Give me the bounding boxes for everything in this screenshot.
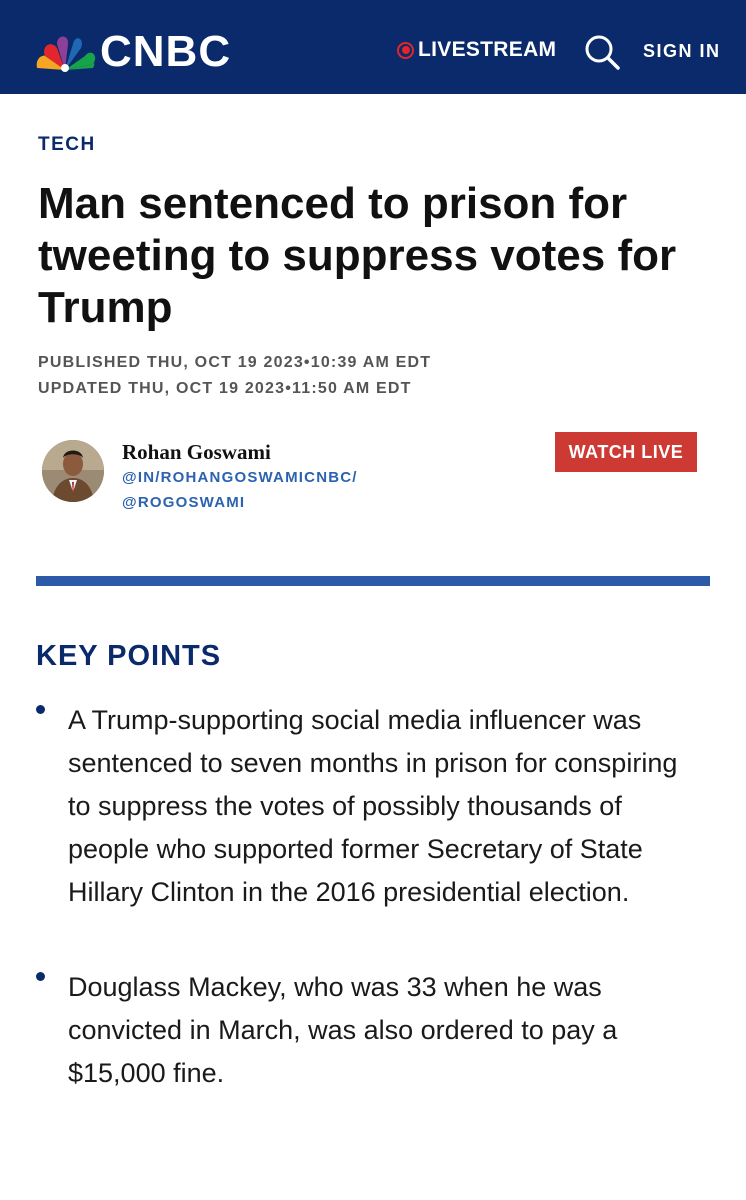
- watch-live-button[interactable]: WATCH LIVE: [555, 432, 697, 472]
- author-name[interactable]: Rohan Goswami: [122, 440, 271, 465]
- live-indicator-icon: [397, 41, 414, 59]
- bullet-icon: [36, 972, 45, 981]
- top-nav-bar: CNBC LIVESTREAM SIGN IN: [0, 0, 746, 94]
- key-point-text: Douglass Mackey, who was 33 when he was …: [68, 972, 618, 1088]
- cnbc-logo-link[interactable]: CNBC: [34, 30, 231, 74]
- peacock-logo-icon: [36, 36, 96, 72]
- search-button[interactable]: [583, 33, 621, 71]
- key-points-title: KEY POINTS: [36, 640, 222, 672]
- author-twitter-link[interactable]: @ROGOSWAMI: [122, 494, 245, 511]
- article-headline: Man sentenced to prison for tweeting to …: [38, 179, 677, 332]
- key-point-item: A Trump-supporting social media influenc…: [36, 699, 686, 914]
- bullet-icon: [36, 705, 45, 714]
- search-icon: [585, 35, 620, 70]
- author-photo-icon: [42, 440, 104, 502]
- updated-timestamp: UPDATED THU, OCT 19 2023•11:50 AM EDT: [38, 380, 412, 397]
- section-label[interactable]: TECH: [38, 134, 96, 156]
- livestream-label: LIVESTREAM: [418, 38, 557, 61]
- section-divider: [36, 576, 710, 586]
- key-point-item: Douglass Mackey, who was 33 when he was …: [36, 966, 686, 1095]
- published-timestamp: PUBLISHED THU, OCT 19 2023•10:39 AM EDT: [38, 354, 432, 371]
- livestream-link[interactable]: LIVESTREAM: [397, 38, 556, 62]
- author-avatar: [42, 440, 104, 502]
- key-points-list: A Trump-supporting social media influenc…: [36, 699, 686, 1095]
- sign-in-link[interactable]: SIGN IN: [643, 41, 721, 62]
- brand-name: CNBC: [100, 27, 232, 76]
- key-point-text: A Trump-supporting social media influenc…: [68, 705, 678, 907]
- author-linkedin-link[interactable]: @IN/ROHANGOSWAMICNBC/: [122, 469, 358, 486]
